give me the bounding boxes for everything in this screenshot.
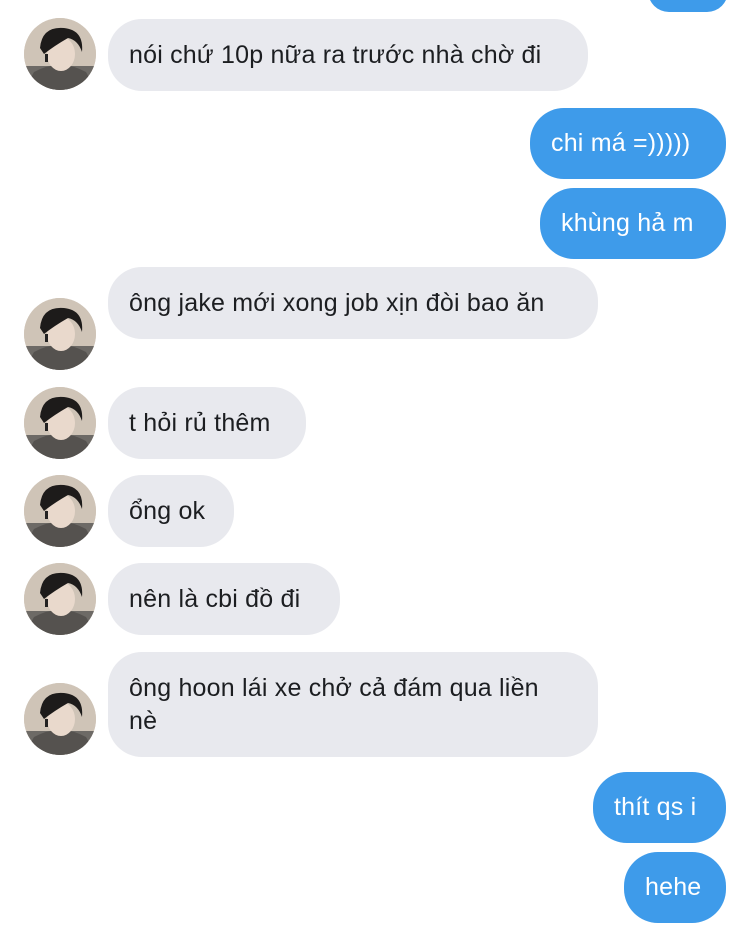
chat-thread: nói chứ 10p nữa ra trước nhà chờ đi chi … bbox=[0, 0, 750, 935]
contact-avatar[interactable] bbox=[24, 18, 96, 90]
message-bubble-incoming[interactable]: ông hoon lái xe chở cả đám qua liền nè bbox=[108, 652, 598, 757]
avatar-photo-icon bbox=[24, 475, 96, 547]
contact-avatar[interactable] bbox=[24, 387, 96, 459]
contact-avatar[interactable] bbox=[24, 563, 96, 635]
message-bubble-outgoing[interactable]: hehe bbox=[624, 852, 726, 923]
message-bubble-incoming[interactable]: ông jake mới xong job xịn đòi bao ăn bbox=[108, 267, 598, 339]
avatar-photo-icon bbox=[24, 298, 96, 370]
message-bubble-outgoing[interactable]: khùng hả m bbox=[540, 188, 726, 259]
contact-avatar[interactable] bbox=[24, 683, 96, 755]
message-bubble-incoming[interactable]: nên là cbi đồ đi bbox=[108, 563, 340, 635]
contact-avatar[interactable] bbox=[24, 475, 96, 547]
avatar-photo-icon bbox=[24, 387, 96, 459]
message-bubble-outgoing-partial[interactable] bbox=[648, 0, 728, 12]
message-bubble-incoming[interactable]: nói chứ 10p nữa ra trước nhà chờ đi bbox=[108, 19, 588, 91]
contact-avatar[interactable] bbox=[24, 298, 96, 370]
message-bubble-outgoing[interactable]: chi má =))))) bbox=[530, 108, 726, 179]
message-bubble-outgoing[interactable]: thít qs i bbox=[593, 772, 726, 843]
message-bubble-incoming[interactable]: t hỏi rủ thêm bbox=[108, 387, 306, 459]
avatar-photo-icon bbox=[24, 683, 96, 755]
message-bubble-incoming[interactable]: ổng ok bbox=[108, 475, 234, 547]
avatar-photo-icon bbox=[24, 563, 96, 635]
avatar-photo-icon bbox=[24, 18, 96, 90]
